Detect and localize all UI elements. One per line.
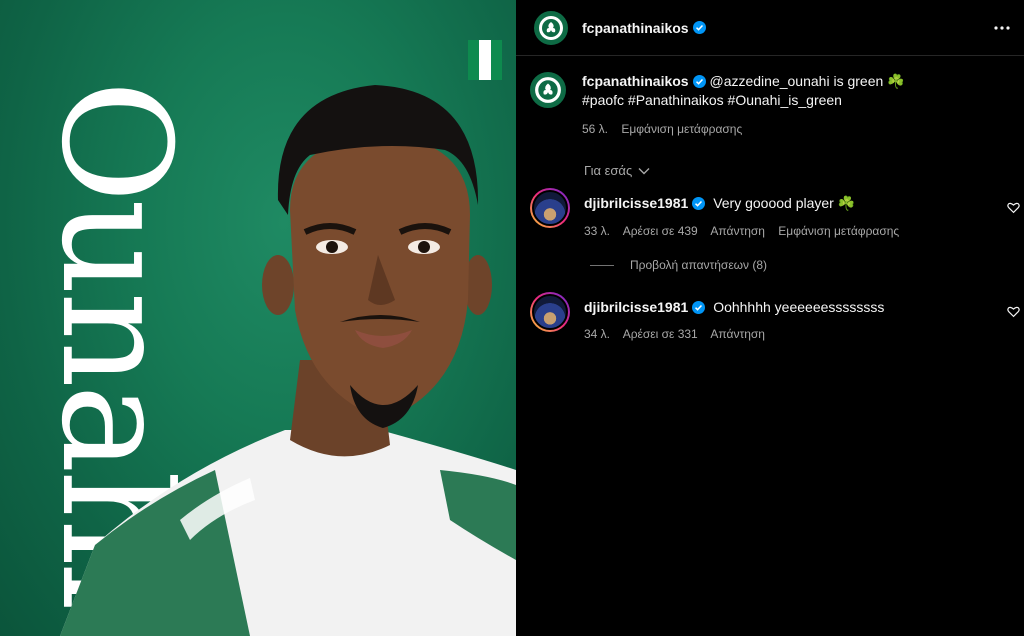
see-translation-link[interactable]: Εμφάνιση μετάφρασης — [621, 122, 742, 136]
verified-badge-icon — [692, 301, 706, 314]
like-heart-icon[interactable] — [1007, 201, 1020, 214]
comment-item: djibrilcisse1981 Very gooood player ☘️ 3… — [530, 188, 1024, 238]
comment-time[interactable]: 34 λ. — [584, 327, 610, 341]
replies-divider — [590, 264, 614, 266]
view-replies-button[interactable]: Προβολή απαντήσεων (8) — [590, 258, 767, 272]
comment-likes[interactable]: Αρέσει σε 331 — [623, 327, 698, 341]
caption-avatar[interactable] — [530, 72, 566, 108]
commenter-avatar[interactable] — [530, 188, 570, 228]
verified-badge-icon — [692, 75, 706, 88]
reply-button[interactable]: Απάντηση — [710, 327, 765, 341]
comment-text: Oohhhhh yeeeeeessssssss — [713, 299, 885, 315]
comment-time[interactable]: 33 λ. — [584, 224, 610, 238]
comment-text: Very gooood player ☘️ — [713, 195, 856, 211]
post-caption: fcpanathinaikos @azzedine_ounahi is gree… — [530, 72, 1010, 139]
post-image[interactable]: Ounahi — [0, 0, 516, 636]
caption-username[interactable]: fcpanathinaikos — [582, 73, 689, 89]
comment-username[interactable]: djibrilcisse1981 — [584, 195, 688, 211]
for-you-label: Για εσάς — [584, 163, 633, 178]
see-translation-link[interactable]: Εμφάνιση μετάφρασης — [778, 224, 899, 238]
more-options-icon[interactable] — [992, 18, 1012, 38]
comment-likes[interactable]: Αρέσει σε 439 — [623, 224, 698, 238]
commenter-avatar[interactable] — [530, 292, 570, 332]
caption-line1: @azzedine_ounahi is green ☘️ — [709, 73, 905, 89]
caption-hashtags[interactable]: #paofc #Panathinaikos #Ounahi_is_green — [582, 91, 905, 110]
panathinaikos-crest-icon[interactable] — [534, 10, 568, 45]
like-heart-icon[interactable] — [1007, 305, 1020, 318]
view-replies-label: Προβολή απαντήσεων (8) — [630, 258, 768, 272]
verified-badge-icon — [692, 197, 706, 210]
header-username[interactable]: fcpanathinaikos — [582, 20, 689, 36]
verified-badge-icon — [692, 21, 706, 34]
comment-username[interactable]: djibrilcisse1981 — [584, 299, 688, 315]
comment-item: djibrilcisse1981 Oohhhhh yeeeeeessssssss… — [530, 292, 1024, 341]
post-header: fcpanathinaikos — [516, 0, 1024, 56]
comments-panel: fcpanathinaikos fcpanathinaikos @azzedin… — [516, 0, 1024, 636]
comment-sort-dropdown[interactable]: Για εσάς — [584, 163, 650, 178]
reply-button[interactable]: Απάντηση — [710, 224, 765, 238]
chevron-down-icon — [638, 167, 650, 174]
player-photo — [60, 85, 516, 636]
caption-time[interactable]: 56 λ. — [582, 122, 608, 136]
